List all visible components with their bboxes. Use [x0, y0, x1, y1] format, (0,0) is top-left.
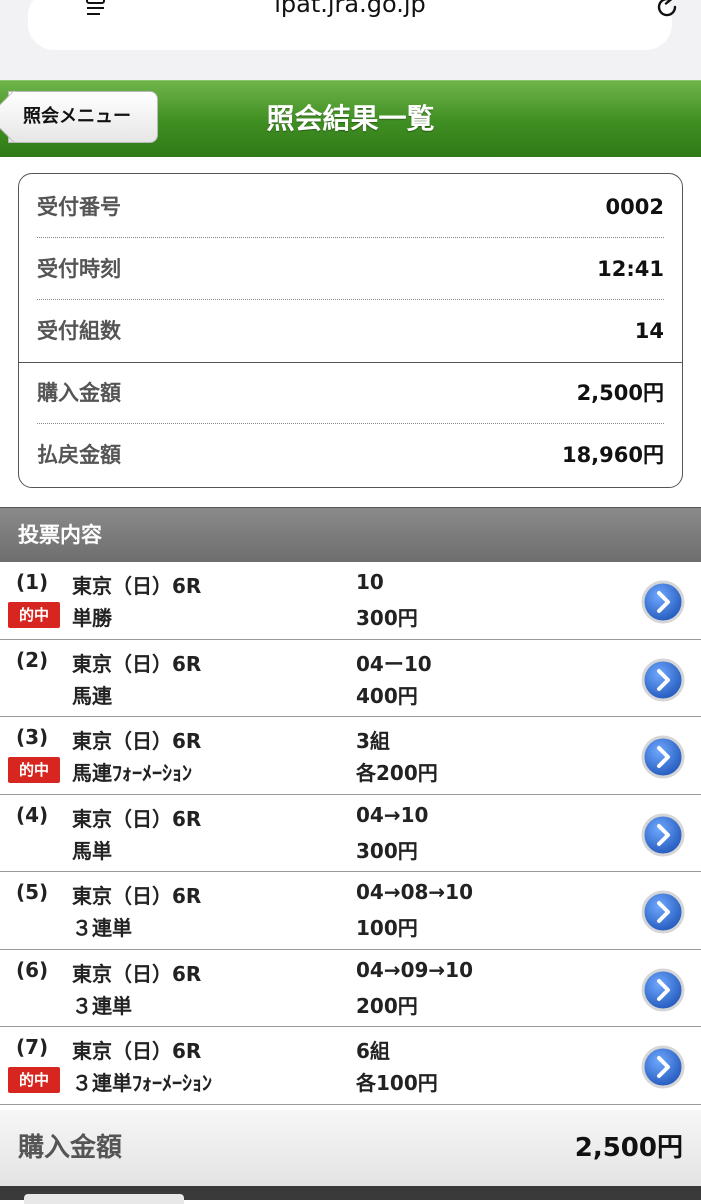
- summary-row-payout-amount: 払戻金額 18,960円: [37, 424, 664, 486]
- bet-combination: 04→08→10: [356, 880, 474, 904]
- summary-box: 受付番号 0002 受付時刻 12:41 受付組数 14 購入金額 2,500円…: [18, 173, 683, 488]
- bet-race: 東京（日）6R: [72, 806, 202, 831]
- chevron-right-icon[interactable]: [641, 890, 685, 934]
- chevron-right-icon[interactable]: [641, 735, 685, 779]
- summary-row-receipt-number: 受付番号 0002: [37, 176, 664, 238]
- url-field[interactable]: ipat.jra.go.jp: [28, 0, 677, 50]
- summary-label: 払戻金額: [37, 443, 121, 467]
- bet-amount: 各200円: [356, 761, 438, 785]
- section-header-bet-contents: 投票内容: [0, 507, 701, 562]
- bet-type: 馬単: [72, 838, 112, 863]
- bet-row[interactable]: (2) 東京（日）6R 馬連 04ー10 400円: [0, 639, 701, 717]
- bet-combination: 04→09→10: [356, 957, 474, 982]
- bet-number: (5): [16, 880, 49, 904]
- bet-row[interactable]: (3) 東京（日）6R 的中 馬連ﾌｫｰﾒｰｼｮﾝ 3組 各200円: [0, 717, 701, 795]
- bet-race: 東京（日）6R: [72, 574, 202, 598]
- bet-type: ３連単ﾌｫｰﾒｰｼｮﾝ: [72, 1071, 212, 1095]
- bet-number: (1): [16, 570, 49, 594]
- bottom-toolbar: [0, 1186, 701, 1204]
- hit-badge: 的中: [8, 1067, 60, 1093]
- chevron-right-icon[interactable]: [641, 658, 685, 702]
- total-purchase-bar: 購入金額 2,500円: [0, 1110, 701, 1186]
- bet-combination: 10: [356, 570, 384, 594]
- bet-race: 東京（日）6R: [72, 884, 202, 908]
- bet-combination: 04→10: [356, 802, 429, 827]
- bet-row[interactable]: (1) 東京（日）6R 的中 単勝 10 300円: [0, 562, 701, 640]
- bet-row[interactable]: (6) 東京（日）6R ３連単 04→09→10 200円: [0, 949, 701, 1027]
- bet-combination: 04ー10: [356, 651, 432, 676]
- summary-value: 18,960円: [561, 443, 664, 467]
- bet-amount: 100円: [356, 916, 418, 940]
- hit-badge: 的中: [8, 757, 60, 783]
- bet-combination: 3組: [356, 729, 390, 753]
- chevron-right-icon[interactable]: [641, 968, 685, 1012]
- bet-number: (6): [16, 957, 49, 982]
- bet-number: (7): [16, 1035, 49, 1059]
- summary-label: 購入金額: [37, 381, 121, 405]
- chevron-right-icon[interactable]: [641, 580, 685, 624]
- total-value: 2,500円: [574, 1133, 683, 1163]
- summary-label: 受付番号: [37, 195, 121, 219]
- bet-race: 東京（日）6R: [72, 729, 202, 753]
- summary-value: 2,500円: [576, 381, 664, 405]
- summary-value: 0002: [605, 195, 664, 219]
- summary-label: 受付時刻: [37, 257, 121, 281]
- toolbar-tab[interactable]: [24, 1194, 184, 1204]
- browser-bar: ipat.jra.go.jp: [0, 0, 701, 80]
- bet-list: (1) 東京（日）6R 的中 単勝 10 300円 (2) 東京（日）6R 馬連…: [0, 562, 701, 1105]
- app-header: 照会メニュー 照会結果一覧: [0, 80, 701, 157]
- summary-row-receipt-time: 受付時刻 12:41: [37, 238, 664, 300]
- summary-value: 14: [634, 319, 664, 343]
- chevron-right-icon[interactable]: [641, 1045, 685, 1089]
- bet-amount: 200円: [356, 993, 418, 1018]
- total-label: 購入金額: [18, 1133, 123, 1163]
- bet-amount: 各100円: [356, 1071, 438, 1095]
- summary-row-purchase-amount: 購入金額 2,500円: [37, 362, 664, 424]
- bet-race: 東京（日）6R: [72, 1039, 202, 1063]
- bet-number: (4): [16, 802, 49, 827]
- bet-row[interactable]: (7) 東京（日）6R 的中 ３連単ﾌｫｰﾒｰｼｮﾝ 6組 各100円: [0, 1027, 701, 1105]
- bet-combination: 6組: [356, 1039, 390, 1063]
- summary-value: 12:41: [597, 257, 664, 281]
- bet-number: (3): [16, 725, 49, 749]
- bet-type: ３連単: [72, 993, 132, 1018]
- bet-number: (2): [16, 647, 49, 672]
- bet-race: 東京（日）6R: [72, 961, 202, 986]
- summary-label: 受付組数: [37, 319, 121, 343]
- bet-type: 単勝: [72, 606, 112, 630]
- bet-type: ３連単: [72, 916, 132, 940]
- page-title: 照会結果一覧: [266, 102, 435, 135]
- bet-type: 馬連ﾌｫｰﾒｰｼｮﾝ: [72, 761, 192, 785]
- bet-race: 東京（日）6R: [72, 651, 202, 676]
- url-text: ipat.jra.go.jp: [274, 0, 426, 18]
- bet-row[interactable]: (4) 東京（日）6R 馬単 04→10 300円: [0, 794, 701, 872]
- hit-badge: 的中: [8, 602, 60, 628]
- bet-type: 馬連: [72, 683, 112, 708]
- reload-icon[interactable]: [652, 0, 682, 22]
- bet-amount: 400円: [356, 683, 418, 708]
- summary-row-bet-count: 受付組数 14: [37, 300, 664, 362]
- bet-amount: 300円: [356, 606, 418, 630]
- chevron-right-icon[interactable]: [641, 813, 685, 857]
- bet-row[interactable]: (5) 東京（日）6R ３連単 04→08→10 100円: [0, 872, 701, 950]
- bet-amount: 300円: [356, 838, 418, 863]
- section-title: 投票内容: [18, 523, 102, 547]
